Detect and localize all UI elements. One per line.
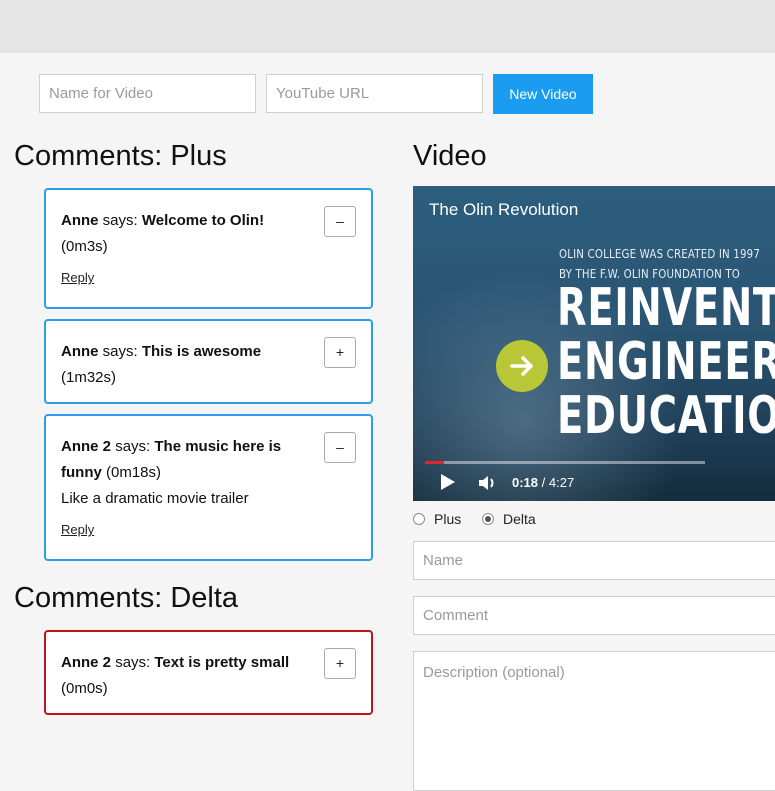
arrow-icon[interactable] xyxy=(496,340,548,392)
reply-link[interactable]: Reply xyxy=(61,522,311,538)
comment-author: Anne xyxy=(61,212,99,229)
volume-icon[interactable] xyxy=(478,475,498,491)
plus-comments-heading: Comments: Plus xyxy=(14,140,227,172)
comment-text: This is awesome xyxy=(141,343,262,360)
comment-text: Welcome to Olin! xyxy=(141,212,265,229)
reply-link[interactable]: Reply xyxy=(61,270,311,286)
video-player[interactable]: The Olin Revolution OLIN COLLEGE WAS CRE… xyxy=(413,186,775,501)
comment-description: Like a dramatic movie trailer xyxy=(61,490,249,507)
video-headline: ENGINEERI xyxy=(557,332,775,392)
description-textarea[interactable] xyxy=(413,651,775,791)
radio-delta-button[interactable] xyxy=(482,513,494,525)
plus-comment-card: Anne says: This is awesome (1m32s) + xyxy=(44,319,373,404)
radio-plus-label: Plus xyxy=(434,511,462,527)
vote-button[interactable]: – xyxy=(324,206,356,237)
video-name-input[interactable] xyxy=(39,74,256,113)
comment-author: Anne 2 xyxy=(61,438,112,455)
commenter-name-input[interactable] xyxy=(413,541,775,580)
comment-timestamp: (0m3s) xyxy=(61,238,108,255)
plus-comment-card: Anne says: Welcome to Olin! (0m3s) Reply… xyxy=(44,188,373,309)
vote-button[interactable]: + xyxy=(324,337,356,368)
radio-plus[interactable]: Plus xyxy=(413,511,461,527)
video-caption-line: OLIN COLLEGE WAS CREATED IN 1997 xyxy=(559,246,761,261)
video-headline: REINVENT xyxy=(557,278,775,338)
comment-input[interactable] xyxy=(413,596,775,635)
video-title[interactable]: The Olin Revolution xyxy=(429,200,578,220)
video-heading: Video xyxy=(413,140,487,172)
comment-timestamp: (0m0s) xyxy=(61,680,108,697)
comment-author: Anne 2 xyxy=(61,654,112,671)
top-bar xyxy=(0,0,775,53)
comment-timestamp: (1m32s) xyxy=(61,369,117,386)
comment-says: says: xyxy=(102,343,138,360)
comment-says: says: xyxy=(102,212,138,229)
radio-plus-button[interactable] xyxy=(413,513,425,525)
comment-says: says: xyxy=(115,438,151,455)
delta-comments-heading: Comments: Delta xyxy=(14,582,239,614)
comment-timestamp: (0m18s) xyxy=(106,464,162,481)
video-progress-fill xyxy=(425,461,444,464)
comment-text: Text is pretty small xyxy=(154,654,290,671)
comment-author: Anne xyxy=(61,343,99,360)
video-headline: EDUCATION xyxy=(557,386,775,446)
plus-comment-card: Anne 2 says: The music here is funny (0m… xyxy=(44,414,373,561)
radio-delta[interactable]: Delta xyxy=(482,511,536,527)
delta-comment-card: Anne 2 says: Text is pretty small (0m0s)… xyxy=(44,630,373,715)
vote-button[interactable]: – xyxy=(324,432,356,463)
new-video-button[interactable]: New Video xyxy=(493,74,593,114)
comment-says: says: xyxy=(115,654,151,671)
vote-button[interactable]: + xyxy=(324,648,356,679)
youtube-url-input[interactable] xyxy=(266,74,483,113)
play-icon[interactable] xyxy=(440,473,456,491)
video-time: 0:18 / 4:27 xyxy=(512,475,575,490)
radio-delta-label: Delta xyxy=(503,511,536,527)
video-progress-bar[interactable] xyxy=(425,461,705,464)
